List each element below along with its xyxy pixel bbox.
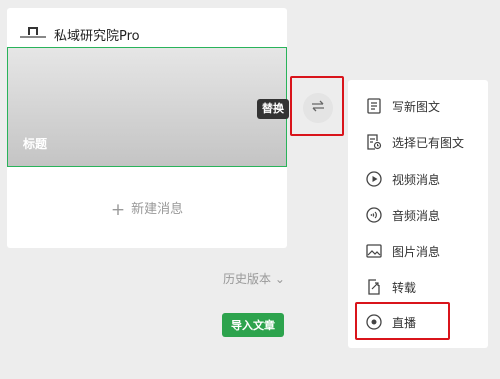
document-icon	[366, 98, 382, 114]
play-circle-icon	[366, 171, 382, 187]
menu-item-label: 视频消息	[392, 172, 441, 187]
import-article-button[interactable]: 导入文章	[222, 313, 284, 337]
menu-item-video[interactable]: 视频消息	[366, 169, 440, 189]
menu-item-select-existing[interactable]: 选择已有图文	[366, 132, 464, 152]
new-message-button[interactable]: + 新建消息	[7, 198, 287, 220]
article-card: 私域研究院Pro 标题 + 新建消息	[7, 8, 287, 248]
history-version-link[interactable]: 历史版本 ⌄	[223, 270, 285, 287]
swap-highlight-box	[290, 76, 344, 136]
plus-icon: +	[110, 200, 126, 220]
menu-item-audio[interactable]: 音频消息	[366, 205, 440, 225]
image-icon	[366, 243, 382, 259]
cover-title: 标题	[23, 137, 48, 151]
account-name: 私域研究院Pro	[54, 28, 140, 44]
menu-item-label: 选择已有图文	[392, 135, 465, 150]
menu-item-label: 转载	[392, 280, 417, 295]
share-icon	[366, 279, 382, 295]
menu-item-image[interactable]: 图片消息	[366, 241, 440, 261]
menu-item-label: 写新图文	[392, 99, 441, 114]
swap-tooltip: 替换	[257, 99, 289, 119]
document-search-icon	[366, 134, 382, 150]
audio-icon	[366, 207, 382, 223]
live-highlight-box	[355, 302, 450, 340]
account-header: 私域研究院Pro	[20, 22, 140, 46]
menu-item-label: 图片消息	[392, 244, 441, 259]
menu-item-write-new[interactable]: 写新图文	[366, 96, 440, 116]
new-message-label: 新建消息	[131, 202, 184, 217]
menu-item-label: 音频消息	[392, 208, 441, 223]
menu-item-repost[interactable]: 转载	[366, 277, 416, 297]
article-cover[interactable]: 标题	[7, 47, 287, 167]
account-logo	[20, 27, 46, 41]
